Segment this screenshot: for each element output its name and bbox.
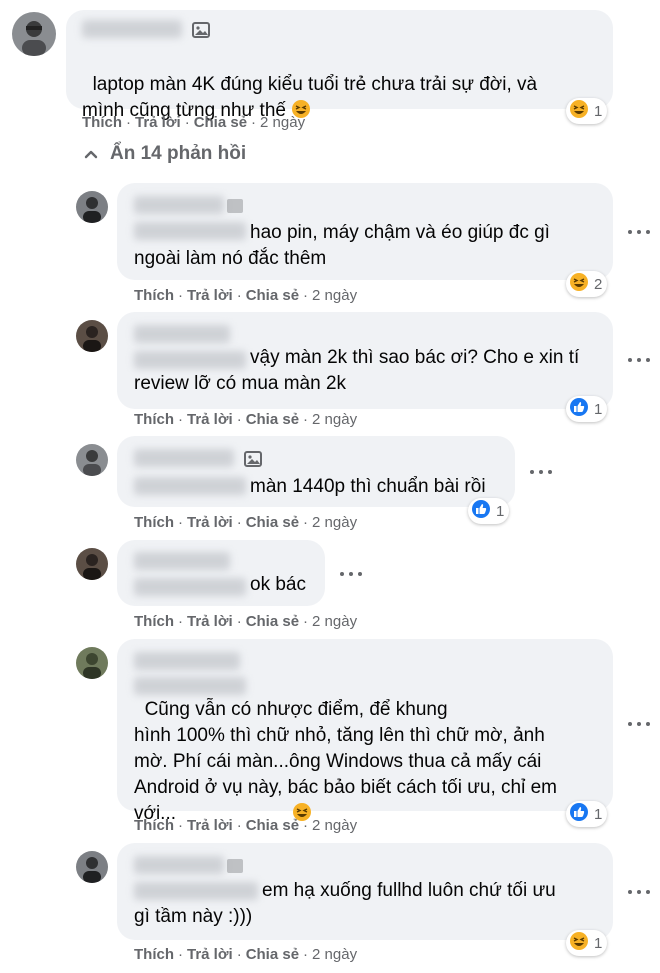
author-name[interactable] — [82, 20, 182, 38]
reaction-badge[interactable]: 1 — [566, 396, 608, 422]
reply-text: em hạ xuống fullhd luôn chứ tối ưu gì tầ… — [134, 880, 556, 927]
share-link[interactable]: Chia sẻ — [246, 514, 299, 531]
chevron-up-icon — [84, 150, 98, 159]
like-link[interactable]: Thích — [134, 613, 174, 630]
reply-text: Cũng vẫn có nhược điểm, để khung hình 10… — [134, 671, 557, 830]
like-link[interactable]: Thích — [134, 411, 174, 428]
timestamp[interactable]: 2 ngày — [312, 514, 357, 531]
timestamp[interactable]: 2 ngày — [312, 287, 357, 304]
image-icon — [244, 451, 262, 467]
share-link[interactable]: Chia sẻ — [246, 411, 299, 428]
mention-name[interactable] — [134, 578, 246, 596]
reply-link[interactable]: Trả lời — [135, 114, 181, 131]
reply-actions: Thích · Trả lời · Chia sẻ · 2 ngày — [134, 287, 358, 304]
author-name[interactable] — [134, 552, 230, 570]
avatar[interactable] — [76, 851, 108, 883]
like-reaction-icon — [569, 397, 589, 422]
reply-link[interactable]: Trả lời — [187, 514, 233, 531]
share-link[interactable]: Chia sẻ — [194, 114, 247, 131]
share-link[interactable]: Chia sẻ — [246, 287, 299, 304]
reaction-count: 1 — [496, 502, 505, 520]
like-link[interactable]: Thích — [134, 514, 174, 531]
image-icon — [227, 199, 243, 213]
timestamp[interactable]: 2 ngày — [312, 817, 357, 834]
avatar[interactable] — [76, 444, 108, 476]
author-name[interactable] — [134, 652, 240, 670]
reaction-badge[interactable]: 1 — [566, 930, 608, 956]
reply-link[interactable]: Trả lời — [187, 946, 233, 963]
author-name[interactable] — [134, 325, 230, 343]
reaction-badge[interactable]: 1 — [566, 98, 608, 124]
haha-reaction-icon — [569, 272, 589, 297]
avatar[interactable] — [76, 191, 108, 223]
image-icon — [227, 859, 243, 873]
like-reaction-icon — [471, 499, 491, 524]
like-link[interactable]: Thích — [134, 817, 174, 834]
more-options-icon[interactable] — [628, 228, 650, 236]
reaction-count: 1 — [594, 400, 603, 418]
reply-actions: Thích · Trả lời · Chia sẻ · 2 ngày — [134, 613, 358, 630]
haha-reaction-icon — [569, 99, 589, 124]
author-name[interactable] — [134, 196, 224, 214]
reaction-badge[interactable]: 2 — [566, 271, 608, 297]
timestamp[interactable]: 2 ngày — [260, 114, 305, 131]
more-options-icon[interactable] — [628, 356, 650, 364]
mention-name[interactable] — [134, 477, 246, 495]
reply-actions: Thích · Trả lời · Chia sẻ · 2 ngày — [134, 514, 358, 531]
author-name[interactable] — [134, 856, 224, 874]
more-options-icon[interactable] — [340, 570, 362, 578]
avatar[interactable] — [76, 647, 108, 679]
reaction-count: 2 — [594, 275, 603, 293]
like-link[interactable]: Thích — [134, 287, 174, 304]
reply-actions: Thích · Trả lời · Chia sẻ · 2 ngày — [134, 946, 358, 963]
reaction-count: 1 — [594, 934, 603, 952]
avatar[interactable] — [76, 548, 108, 580]
timestamp[interactable]: 2 ngày — [312, 411, 357, 428]
reply-link[interactable]: Trả lời — [187, 817, 233, 834]
reaction-count: 1 — [594, 102, 603, 120]
reaction-count: 1 — [594, 805, 603, 823]
reply-text: vậy màn 2k thì sao bác ơi? Cho e xin tí … — [134, 347, 580, 394]
timestamp[interactable]: 2 ngày — [312, 613, 357, 630]
reply-actions: Thích · Trả lời · Chia sẻ · 2 ngày — [134, 817, 358, 834]
like-reaction-icon — [569, 802, 589, 827]
reply-link[interactable]: Trả lời — [187, 613, 233, 630]
author-name[interactable] — [134, 449, 234, 467]
avatar[interactable] — [12, 12, 56, 56]
reply-actions: Thích · Trả lời · Chia sẻ · 2 ngày — [134, 411, 358, 428]
more-options-icon[interactable] — [628, 888, 650, 896]
share-link[interactable]: Chia sẻ — [246, 817, 299, 834]
reply-link[interactable]: Trả lời — [187, 287, 233, 304]
reply-text: ok bác — [250, 574, 306, 595]
more-options-icon[interactable] — [530, 468, 552, 476]
timestamp[interactable]: 2 ngày — [312, 946, 357, 963]
like-link[interactable]: Thích — [134, 946, 174, 963]
more-options-icon[interactable] — [628, 720, 650, 728]
hide-replies-toggle[interactable]: Ẩn 14 phản hồi — [84, 143, 246, 165]
like-link[interactable]: Thích — [82, 114, 122, 131]
reply-link[interactable]: Trả lời — [187, 411, 233, 428]
reply-text: hao pin, máy chậm và éo giúp đc gì ngoài… — [134, 222, 550, 269]
reaction-badge[interactable]: 1 — [468, 498, 510, 524]
haha-reaction-icon — [569, 931, 589, 956]
comment-actions: Thích · Trả lời · Chia sẻ · 2 ngày — [82, 114, 306, 131]
image-icon — [192, 22, 210, 38]
share-link[interactable]: Chia sẻ — [246, 946, 299, 963]
avatar[interactable] — [76, 320, 108, 352]
share-link[interactable]: Chia sẻ — [246, 613, 299, 630]
reply-text: màn 1440p thì chuẩn bài rồi — [250, 476, 486, 497]
reaction-badge[interactable]: 1 — [566, 801, 608, 827]
